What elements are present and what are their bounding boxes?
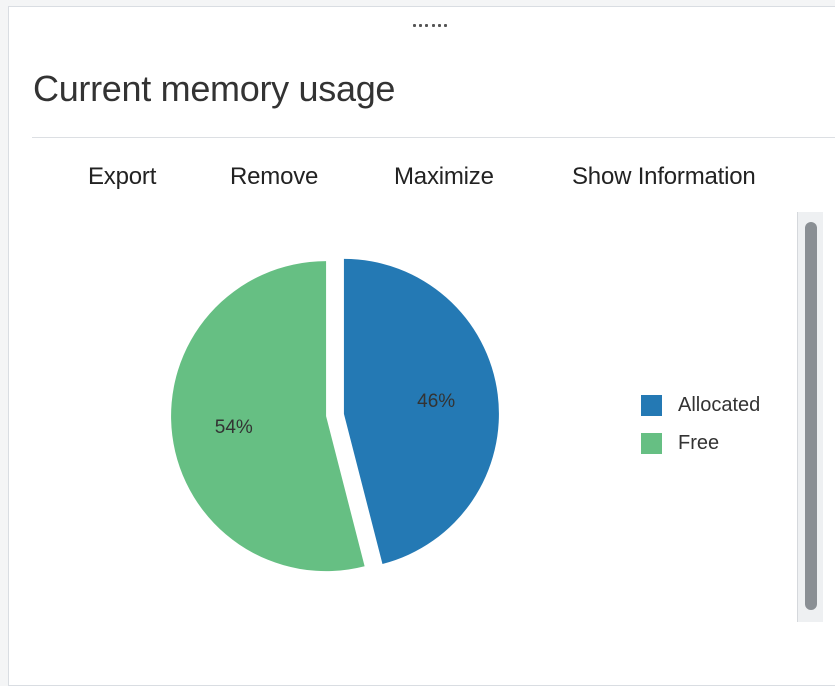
legend-item-free[interactable]: Free <box>641 424 760 462</box>
pie-chart: 46% 54% <box>150 240 530 590</box>
legend-label-allocated: Allocated <box>678 393 761 416</box>
legend-swatch-free <box>641 432 662 454</box>
title-divider <box>32 137 835 138</box>
export-button[interactable]: Export <box>88 163 156 191</box>
pie-label-allocated: 46% <box>417 391 455 412</box>
drag-handle-icon[interactable] <box>413 24 447 30</box>
legend-label-free: Free <box>678 431 720 454</box>
pie-label-free: 54% <box>215 417 253 438</box>
panel-toolbar: Export Remove Maximize Show Information <box>0 163 835 193</box>
show-information-button[interactable]: Show Information <box>572 163 756 191</box>
legend-item-allocated[interactable]: Allocated <box>641 386 760 424</box>
scrollbar-thumb[interactable] <box>805 222 817 610</box>
legend-swatch-allocated <box>641 394 662 416</box>
remove-button[interactable]: Remove <box>230 163 318 191</box>
chart-legend: Allocated Free <box>641 386 760 462</box>
pie-chart-svg: 46% 54% <box>171 258 499 572</box>
pie-slice-free[interactable] <box>171 261 365 572</box>
panel-title: Current memory usage <box>33 68 396 109</box>
vertical-scrollbar[interactable] <box>797 212 823 622</box>
maximize-button[interactable]: Maximize <box>394 163 494 191</box>
